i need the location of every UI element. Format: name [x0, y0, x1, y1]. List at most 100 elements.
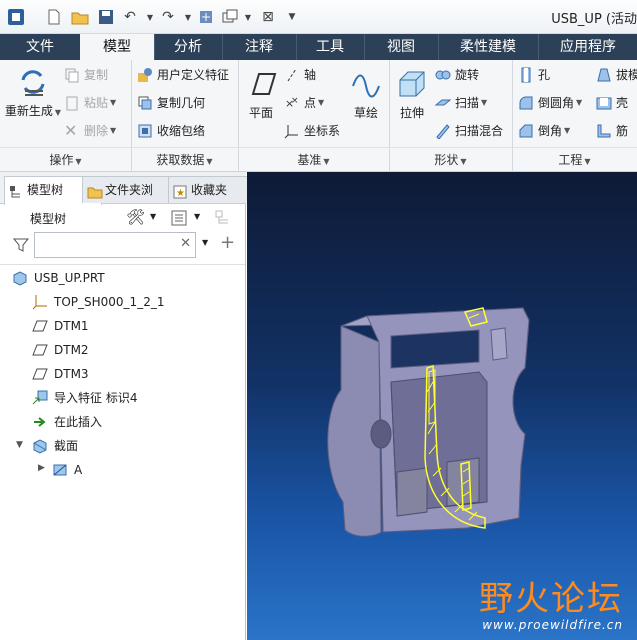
tab-tools[interactable]: 工具 — [296, 34, 365, 60]
delete-icon: ✕ — [64, 121, 78, 140]
navigator-tabs: 模型树 文件夹浏 ★ 收藏夹 — [0, 172, 266, 205]
customize-quick-access-icon[interactable]: ▼ — [282, 7, 302, 27]
ribbon-tabbar: 文件 模型 分析 注释 工具 视图 柔性建模 应用程序 — [0, 34, 637, 61]
tab-view[interactable]: 视图 — [364, 34, 439, 60]
tab-flexible-modeling[interactable]: 柔性建模 — [438, 34, 539, 60]
chamfer-button[interactable]: 倒角 ▼ — [518, 120, 570, 142]
tab-annotate[interactable]: 注释 — [222, 34, 297, 60]
swept-blend-button[interactable]: 扫描混合 — [435, 120, 503, 142]
revolve-icon — [435, 67, 451, 83]
filter-icon[interactable] — [12, 236, 30, 254]
model-tree-title: 模型树 — [30, 212, 67, 226]
redo-icon[interactable]: ↷ — [158, 7, 178, 27]
tree-item[interactable]: DTM2 — [32, 339, 89, 361]
csys-button[interactable]: 坐标系 — [284, 120, 340, 142]
group-get-data-label[interactable]: 获取数据 ▼ — [131, 151, 238, 168]
draft-button[interactable]: 拔模 — [596, 64, 637, 86]
model-render — [327, 307, 530, 537]
collapse-section-icon[interactable]: ▼ — [16, 440, 23, 450]
windows-icon[interactable] — [220, 7, 240, 27]
axis-button[interactable]: 轴 — [284, 64, 316, 86]
tree-item[interactable]: TOP_SH000_1_2_1 — [32, 291, 164, 313]
point-dropdown-icon[interactable]: ▼ — [318, 92, 324, 114]
tree-item[interactable]: A — [52, 459, 82, 481]
sweep-dropdown-icon[interactable]: ▼ — [481, 92, 487, 114]
swept-blend-icon — [435, 123, 451, 140]
tree-filter-disabled-icon[interactable] — [214, 209, 232, 227]
tree-item[interactable]: 导入特征 标识4 — [32, 387, 137, 409]
tree-item[interactable]: DTM1 — [32, 315, 89, 337]
tree-settings-icon[interactable]: 🛠 — [126, 208, 146, 228]
tab-applications[interactable]: 应用程序 — [538, 34, 637, 60]
regenerate-quick-icon[interactable] — [196, 7, 216, 27]
undo-dropdown-icon[interactable]: ▼ — [140, 7, 160, 27]
tree-item[interactable]: DTM3 — [32, 363, 89, 385]
hole-icon — [518, 67, 534, 83]
round-icon — [518, 95, 534, 111]
user-defined-feature-button[interactable]: 用户定义特征 — [137, 64, 229, 86]
group-shapes-label[interactable]: 形状 ▼ — [389, 151, 512, 168]
tree-item[interactable]: 在此插入 — [32, 411, 102, 433]
round-button[interactable]: 倒圆角 ▼ — [518, 92, 582, 114]
graphics-viewport[interactable]: 野火论坛 www.proewildfire.cn — [247, 172, 637, 640]
show-columns-icon[interactable] — [170, 209, 188, 227]
tree-item[interactable]: USB_UP.PRT — [12, 267, 105, 289]
group-engineering: 孔 倒圆角 ▼ 倒角 ▼ 拔模 壳 筋 工程 ▼ — [512, 60, 637, 172]
model-tree-icon — [9, 182, 23, 198]
show-dropdown-icon[interactable]: ▼ — [194, 212, 200, 221]
chamfer-dropdown-icon[interactable]: ▼ — [564, 120, 570, 142]
delete-button[interactable]: ✕ 删除 ▼ — [64, 120, 116, 142]
new-file-icon[interactable] — [44, 7, 64, 27]
open-folder-icon[interactable] — [70, 7, 90, 27]
expand-section-a-icon[interactable]: ▶ — [38, 463, 45, 473]
shrinkwrap-button[interactable]: 收缩包络 — [137, 120, 205, 142]
redo-dropdown-icon[interactable]: ▼ — [178, 7, 198, 27]
shell-icon — [596, 95, 612, 111]
sweep-button[interactable]: 扫描 ▼ — [434, 92, 487, 114]
plane-button[interactable]: 平面 — [242, 68, 280, 121]
point-button[interactable]: × × 点 ▼ — [284, 92, 324, 114]
save-icon[interactable] — [96, 7, 116, 27]
close-window-icon[interactable]: ⊠ — [258, 7, 278, 27]
paste-button[interactable]: 粘贴 ▼ — [64, 92, 116, 114]
extrude-button[interactable]: 拉伸 — [393, 68, 431, 121]
tab-model[interactable]: 模型 — [80, 34, 155, 61]
clear-search-icon[interactable]: ✕ — [180, 236, 191, 251]
rib-button[interactable]: 筋 — [596, 120, 628, 142]
undo-icon[interactable]: ↶ — [120, 7, 140, 27]
delete-dropdown-icon[interactable]: ▼ — [110, 120, 116, 142]
revolve-button[interactable]: 旋转 — [435, 64, 479, 86]
title-bar: ↶ ▼ ↷ ▼ ▼ ⊠ ▼ USB_UP (活动 — [0, 0, 637, 34]
regenerate-button[interactable]: 重新生成 ▼ — [4, 66, 62, 119]
datum-plane-icon — [32, 318, 48, 334]
regenerate-dropdown-icon[interactable]: ▼ — [55, 108, 61, 117]
group-engineering-label[interactable]: 工程 ▼ — [512, 151, 637, 168]
group-datum: 平面 轴 × × 点 ▼ 坐标系 草绘 基准 ▼ — [238, 60, 390, 172]
shell-button[interactable]: 壳 — [596, 92, 628, 114]
group-operations-label[interactable]: 操作 ▼ — [0, 151, 131, 168]
draft-icon — [596, 67, 612, 83]
navigator-panel: 模型树 文件夹浏 ★ 收藏夹 模型树 🛠 ▼ ▼ ✕ ▼ + USB_UP.PR… — [0, 172, 266, 640]
paste-dropdown-icon[interactable]: ▼ — [110, 92, 116, 114]
tree-item[interactable]: 截面 — [32, 435, 78, 457]
search-dropdown-icon[interactable]: ▼ — [202, 238, 208, 247]
group-datum-label[interactable]: 基准 ▼ — [238, 151, 389, 168]
tab-analysis[interactable]: 分析 — [154, 34, 223, 60]
tree-settings-dropdown-icon[interactable]: ▼ — [150, 212, 156, 221]
windows-dropdown-icon[interactable]: ▼ — [238, 7, 258, 27]
group-shapes: 拉伸 旋转 扫描 ▼ 扫描混合 形状 ▼ — [389, 60, 513, 172]
sketch-button[interactable]: 草绘 — [346, 68, 386, 121]
copy-button[interactable]: 复制 — [64, 64, 108, 86]
watermark-title: 野火论坛 — [479, 579, 623, 619]
round-dropdown-icon[interactable]: ▼ — [576, 92, 582, 114]
copy-geometry-button[interactable]: 复制几何 — [137, 92, 205, 114]
tree-search-input[interactable]: ✕ — [34, 232, 196, 258]
app-icon[interactable] — [6, 7, 26, 27]
add-icon[interactable]: + — [220, 232, 235, 253]
csys-icon — [32, 294, 48, 310]
hole-button[interactable]: 孔 — [518, 64, 550, 86]
svg-text:×: × — [291, 96, 299, 106]
favorites-icon: ★ — [173, 182, 187, 199]
sweep-icon — [434, 95, 452, 111]
tab-file[interactable]: 文件 — [0, 34, 81, 60]
